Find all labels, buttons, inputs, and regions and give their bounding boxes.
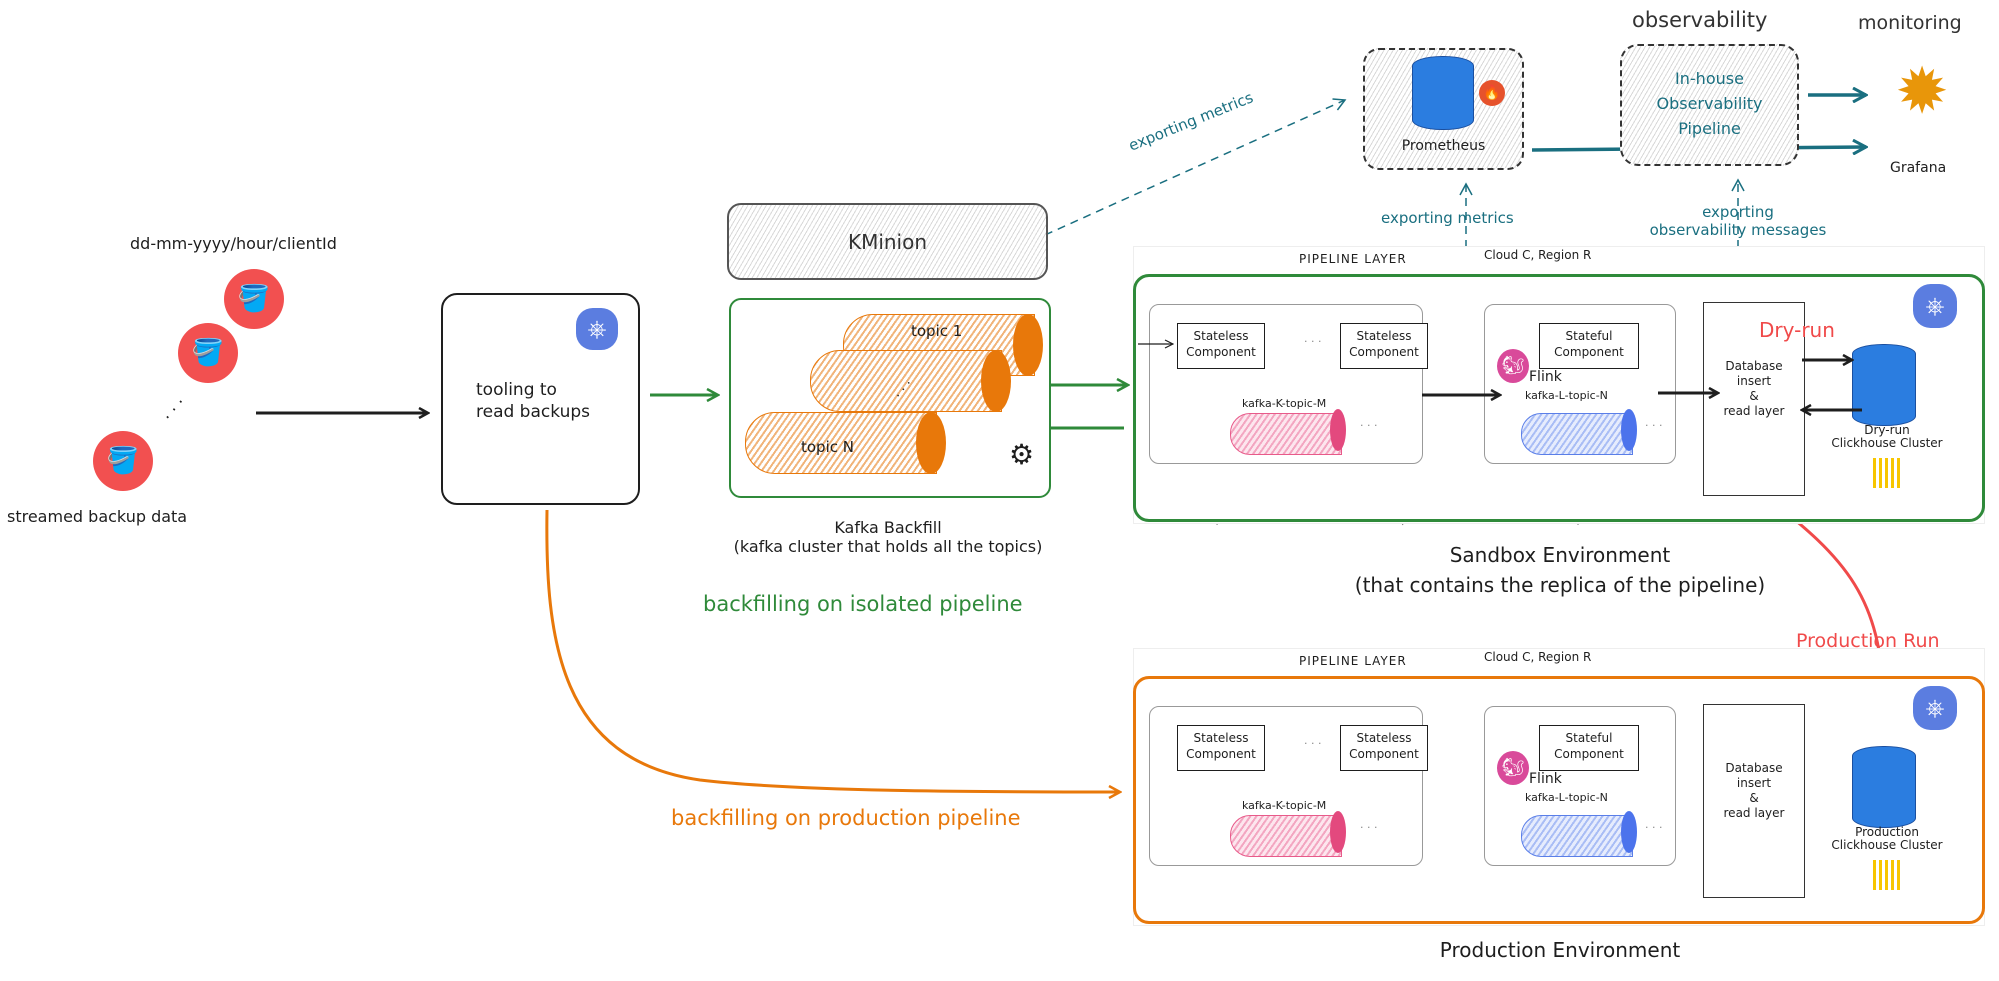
s3-bucket-icon: 🪣 [93, 431, 153, 491]
production-title: Production Environment [1439, 938, 1681, 962]
cluster-line2: Clickhouse Cluster [1831, 838, 1943, 852]
sandbox-environment: PIPELINE LAYER Cloud C, Region R Statele… [1133, 246, 1985, 524]
cloud-label: Cloud C, Region R [1484, 650, 1592, 664]
ellipsis: · · · [1645, 419, 1663, 432]
topic-k-label: kafka-K-topic-M [1242, 799, 1327, 812]
sandbox-subtitle: (that contains the replica of the pipeli… [1354, 573, 1766, 597]
topic-l-label: kafka-L-topic-N [1525, 791, 1608, 804]
s3-bucket-icon: 🪣 [178, 323, 238, 383]
observability-pipeline-box[interactable]: In-house Observability Pipeline [1620, 44, 1799, 166]
ellipsis: · · · [1304, 737, 1322, 750]
exporting-obs-line2: observability messages [1649, 221, 1827, 239]
db-line1: Database [1725, 761, 1783, 775]
cylinder-end [1330, 811, 1346, 853]
topic-first-label: topic 1 [911, 322, 963, 340]
cylinder-end [1621, 811, 1637, 853]
stateless-component[interactable]: Stateless Component [1340, 323, 1428, 369]
dry-run-label: Dry-run [1759, 318, 1835, 342]
tooling-label-line2: read backups [476, 402, 590, 422]
layer-label: PIPELINE LAYER [1299, 252, 1407, 266]
db-line4: read layer [1723, 404, 1785, 418]
stateless-component[interactable]: Stateless Component [1177, 323, 1265, 369]
cloud-label: Cloud C, Region R [1484, 248, 1592, 262]
tooling-label-line1: tooling to [476, 380, 557, 400]
db-line1: Database [1725, 359, 1783, 373]
ellipsis: · · · [1360, 419, 1378, 432]
backup-caption: streamed backup data [7, 507, 188, 526]
stateful-panel: Stateful Component 🐿 Flink kafka-L-topic… [1484, 304, 1676, 464]
production-environment: PIPELINE LAYER Cloud C, Region R Statele… [1133, 648, 1985, 926]
kafka-backfill-box[interactable]: topic 1 . . . topic N ⚙ [729, 298, 1051, 498]
stateful-component[interactable]: Stateful Component [1539, 323, 1639, 369]
ellipsis: · · · [1360, 821, 1378, 834]
s3-bucket-icon: 🪣 [224, 269, 284, 329]
flink-label: Flink [1529, 771, 1562, 787]
clickhouse-database-icon[interactable] [1852, 746, 1916, 828]
clickhouse-database-icon[interactable] [1852, 344, 1916, 426]
isolated-backfill-label: backfilling on isolated pipeline [703, 592, 1023, 616]
obs-line3: Pipeline [1678, 119, 1741, 138]
kubernetes-icon: ⎈ [1913, 284, 1957, 328]
ellipsis: · · · [1645, 821, 1663, 834]
grafana-label: Grafana [1890, 160, 1947, 176]
cylinder-end [1330, 409, 1346, 451]
cylinder-end [1013, 314, 1043, 376]
blue-topic-cylinders [1521, 413, 1633, 455]
blue-topic-cylinders [1521, 815, 1633, 857]
prometheus-box[interactable]: 🔥 Prometheus [1363, 48, 1524, 170]
kafka-backfill-subtitle: (kafka cluster that holds all the topics… [733, 537, 1043, 556]
prometheus-icon: 🔥 [1479, 80, 1505, 106]
pink-topic-cylinders [1230, 815, 1342, 857]
cylinder-end [981, 350, 1011, 412]
kubernetes-icon: ⎈ [576, 308, 618, 350]
kminion-label: KMinion [847, 229, 928, 254]
stateless-panel: Stateless Component · · · Stateless Comp… [1149, 304, 1428, 464]
monitoring-heading: monitoring [1858, 12, 1962, 34]
stateless-panel: Stateless Component · · · Stateless Comp… [1149, 706, 1428, 866]
db-line2: insert [1736, 374, 1772, 388]
kafka-icon: ⚙ [1009, 438, 1035, 471]
clickhouse-logo-icon [1873, 458, 1901, 488]
kafka-backfill-title: Kafka Backfill [834, 518, 942, 537]
topic-l-label: kafka-L-topic-N [1525, 389, 1608, 402]
db-line3: & [1749, 791, 1759, 805]
stateful-panel: Stateful Component 🐿 Flink kafka-L-topic… [1484, 706, 1676, 866]
flink-icon: 🐿 [1497, 751, 1529, 785]
sandbox-title: Sandbox Environment [1449, 543, 1671, 567]
topic-last-label: topic N [801, 438, 854, 456]
cylinder-end [1621, 409, 1637, 451]
db-line3: & [1749, 389, 1759, 403]
tooling-box[interactable]: ⎈ tooling to read backups [441, 293, 640, 505]
database-icon [1412, 56, 1474, 130]
ellipsis: · · · [1304, 335, 1322, 348]
clickhouse-logo-icon [1873, 860, 1901, 890]
stateless-component[interactable]: Stateless Component [1177, 725, 1265, 771]
db-layer-box[interactable]: Database insert & read layer [1703, 704, 1805, 898]
cluster-line2: Clickhouse Cluster [1831, 436, 1943, 450]
flink-label: Flink [1529, 369, 1562, 385]
exporting-obs-line1: exporting [1702, 203, 1774, 221]
layer-label: PIPELINE LAYER [1299, 654, 1407, 668]
kubernetes-icon: ⎈ [1913, 686, 1957, 730]
pink-topic-cylinders [1230, 413, 1342, 455]
grafana-icon[interactable]: ✹ [1882, 52, 1962, 132]
kminion-box[interactable]: KMinion [727, 203, 1048, 280]
prometheus-label: Prometheus [1401, 138, 1486, 154]
stateless-component[interactable]: Stateless Component [1340, 725, 1428, 771]
obs-line2: Observability [1656, 94, 1763, 113]
observability-heading: observability [1632, 8, 1768, 32]
exporting-metrics-pipeline-label: exporting metrics [1381, 209, 1514, 227]
backup-path-label: dd-mm-yyyy/hour/clientId [130, 234, 337, 253]
production-backfill-label: backfilling on production pipeline [671, 806, 1021, 830]
stateful-component[interactable]: Stateful Component [1539, 725, 1639, 771]
obs-line1: In-house [1675, 69, 1744, 88]
flink-icon: 🐿 [1497, 349, 1529, 383]
cylinder-end [916, 412, 946, 474]
db-line4: read layer [1723, 806, 1785, 820]
db-line2: insert [1736, 776, 1772, 790]
topic-k-label: kafka-K-topic-M [1242, 397, 1327, 410]
